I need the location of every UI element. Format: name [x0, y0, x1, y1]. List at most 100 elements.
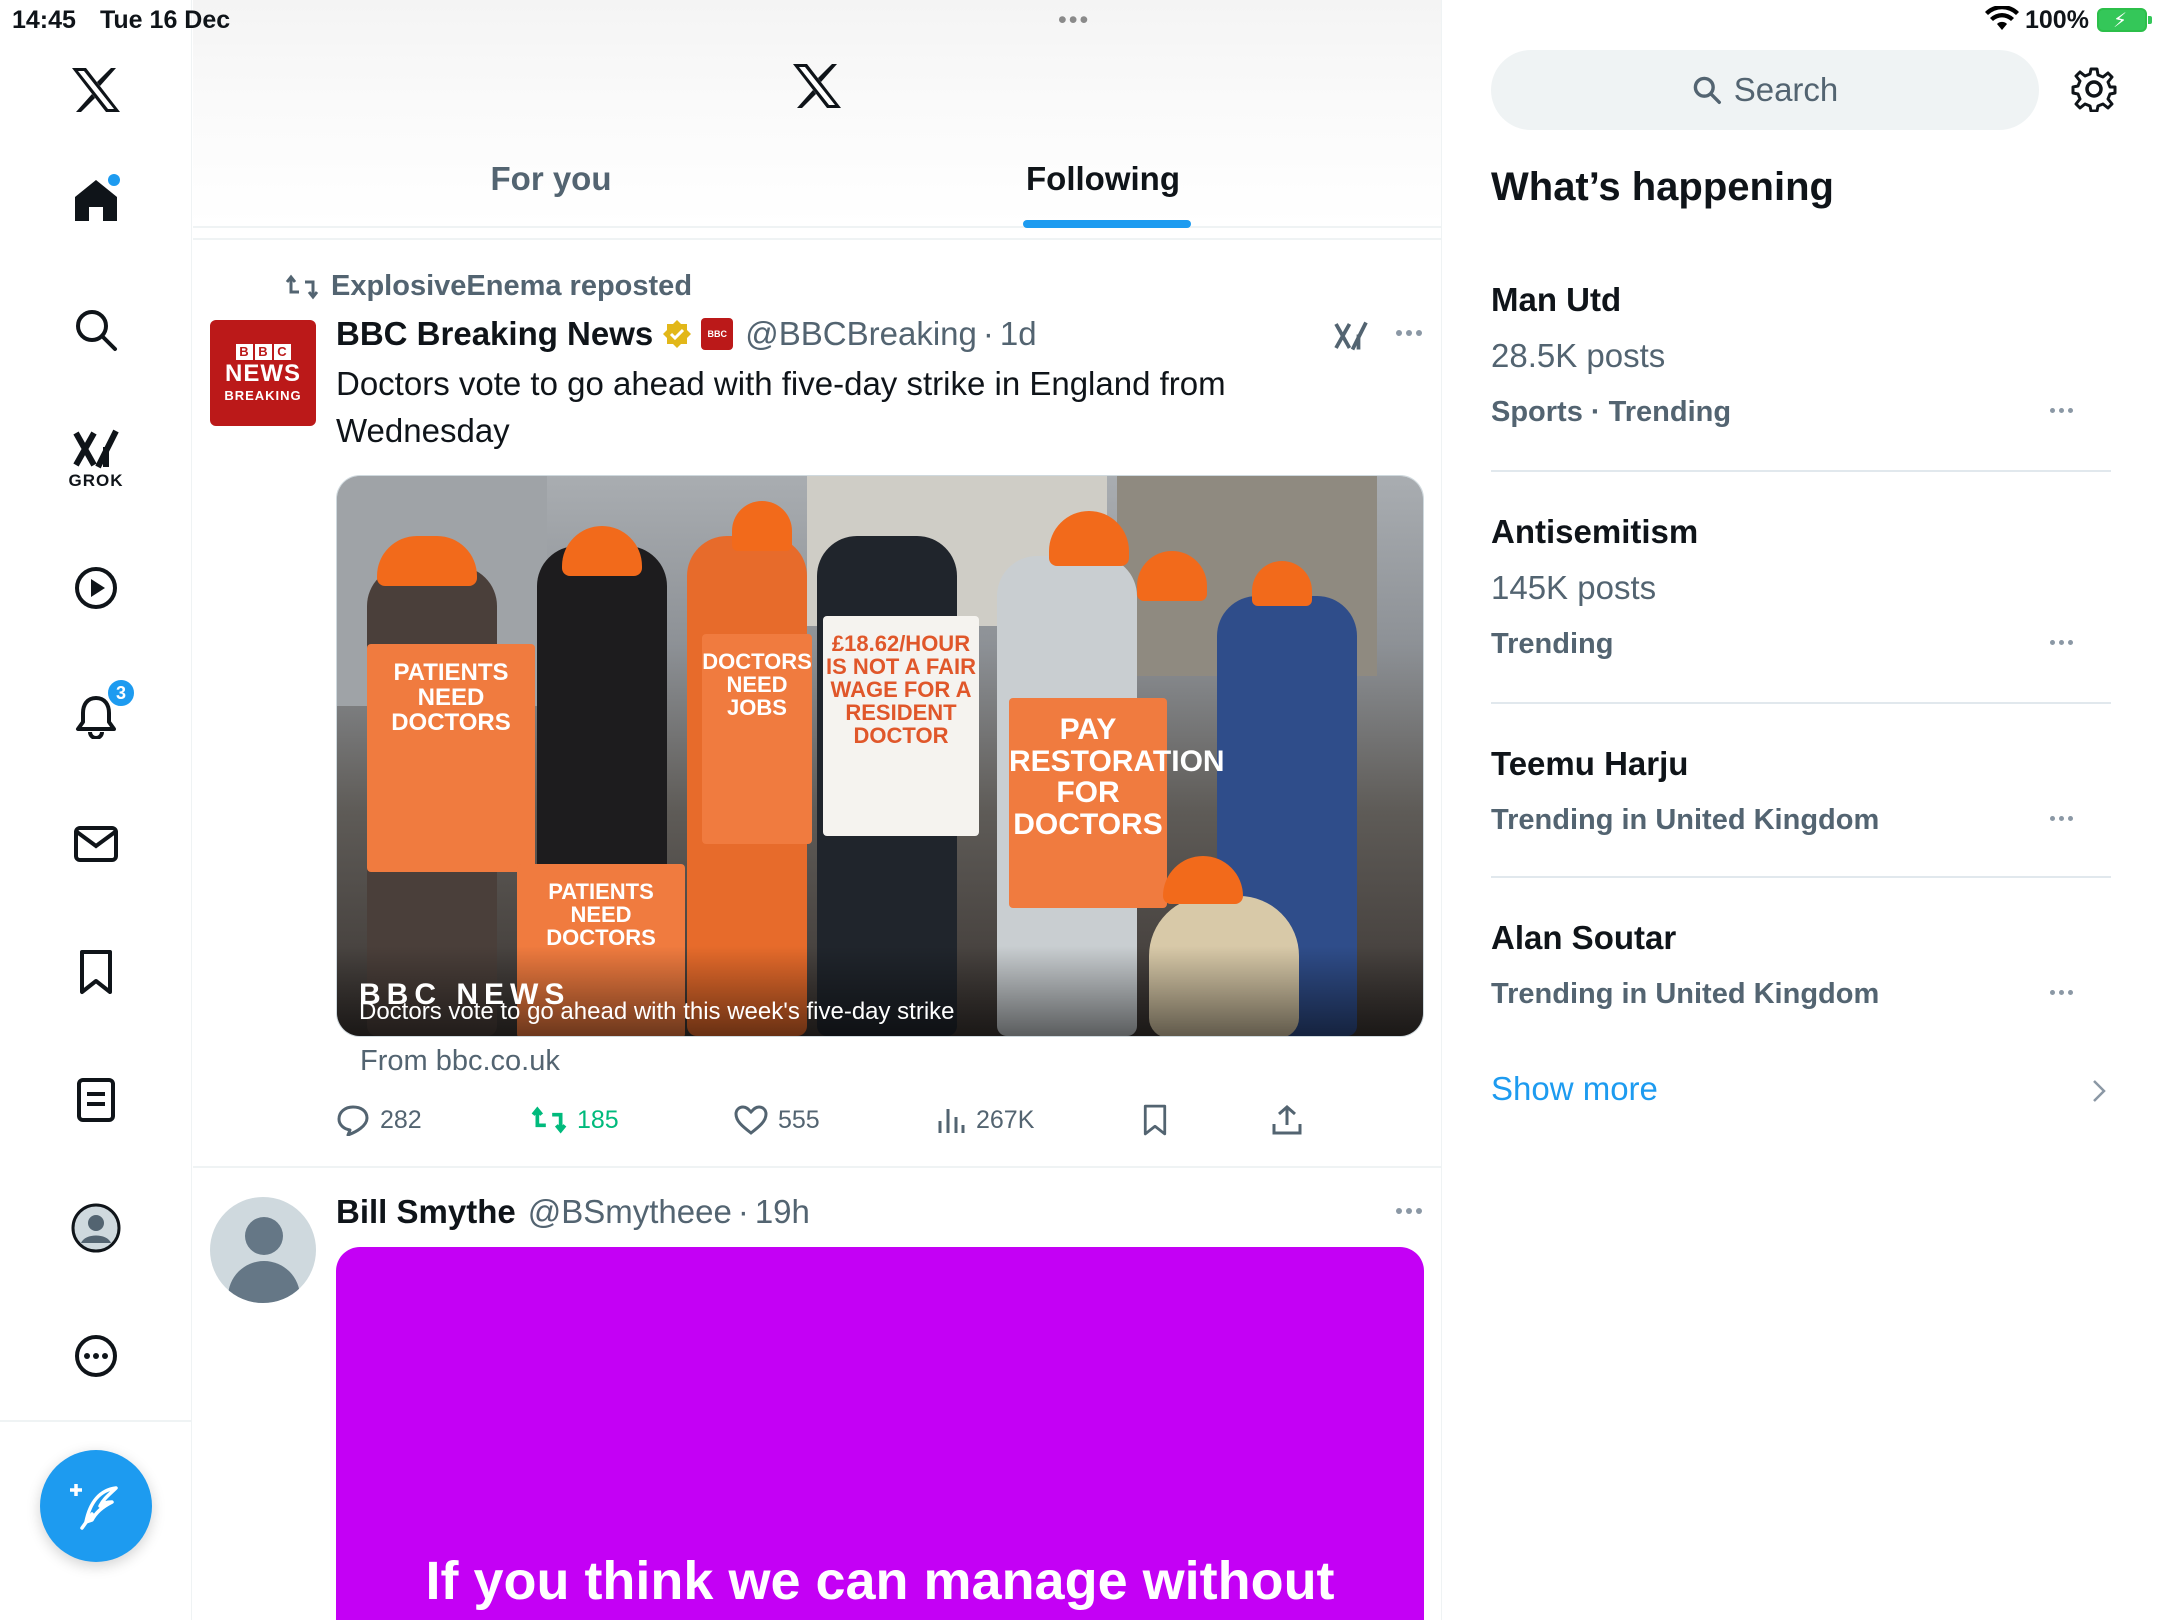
post-time[interactable]: 1d [1000, 315, 1037, 353]
placard: PATIENTS NEED DOCTORS [367, 644, 535, 872]
post-media-image[interactable]: If you think we can manage without Docto… [336, 1247, 1424, 1620]
gear-icon[interactable] [2071, 66, 2117, 112]
like-button[interactable]: 555 [734, 1095, 820, 1145]
repost-icon [285, 274, 319, 299]
trend-category: Trending in United Kingdom [1491, 978, 1880, 1010]
nav-lists[interactable] [48, 1052, 144, 1148]
author-handle: @BSmytheee [527, 1193, 732, 1230]
nav-home[interactable] [48, 152, 144, 248]
affiliate-bbc-icon: BBC [701, 318, 734, 350]
post-media-image[interactable]: PATIENTS NEED DOCTORS DOCTORS NEED JOBS … [336, 475, 1424, 1037]
trend-name: Alan Soutar [1491, 919, 1677, 956]
author-name[interactable]: Bill Smythe [336, 1193, 516, 1231]
reply-count: 282 [380, 1105, 422, 1134]
grok-icon[interactable] [1333, 318, 1369, 354]
envelope-icon [74, 826, 118, 862]
bookmark-icon [1143, 1104, 1167, 1136]
author-handle: @BBCBreaking [745, 315, 977, 352]
reply-button[interactable]: 282 [336, 1095, 422, 1145]
repost-count: 185 [577, 1105, 619, 1134]
trend-item[interactable]: Alan Soutar Trending in United Kingdom [1491, 910, 2111, 1022]
grok-label: GROK [68, 471, 124, 490]
card-text: If you think we can manage without Docto… [425, 1551, 1335, 1620]
nav-profile[interactable] [48, 1180, 144, 1276]
repost-by-text: ExplosiveEnema reposted [331, 270, 693, 302]
nav-more[interactable] [48, 1308, 144, 1404]
divider [1491, 470, 2111, 472]
trend-item[interactable]: Man Utd 28.5K posts Sports · Trending [1491, 272, 2111, 440]
right-sidebar: Search What’s happening Man Utd 28.5K po… [1443, 0, 2160, 1620]
avatar-head-shape [245, 1217, 283, 1255]
nav-bookmarks[interactable] [48, 924, 144, 1020]
compose-button[interactable] [40, 1450, 152, 1562]
chevron-right-icon [2093, 1080, 2106, 1102]
placard: DOCTORS NEED JOBS [702, 634, 812, 844]
avatar[interactable] [210, 1197, 316, 1303]
nav-grok[interactable]: GROK [48, 410, 144, 506]
more-options-icon[interactable] [2041, 982, 2081, 1002]
multitask-dots-icon[interactable]: ••• [1058, 6, 1090, 35]
link-source[interactable]: From bbc.co.uk [360, 1045, 560, 1078]
nav-video[interactable] [48, 540, 144, 636]
share-button[interactable] [1271, 1095, 1303, 1145]
post-text: Doctors vote to go ahead with five-day s… [336, 365, 1226, 449]
post-header: Bill Smythe @BSmytheee · 19h [336, 1190, 810, 1234]
trend-category: Trending [1491, 628, 1614, 660]
search-input[interactable]: Search [1491, 50, 2039, 130]
avatar-breaking-text: BREAKING [224, 387, 302, 403]
placard: £18.62/HOUR IS NOT A FAIR WAGE FOR A RES… [823, 616, 979, 836]
trend-name: Teemu Harju [1491, 745, 1689, 782]
bookmark-button[interactable] [1141, 1095, 1169, 1145]
compose-feather-icon [70, 1484, 118, 1530]
x-logo-icon[interactable] [791, 62, 843, 110]
trend-item[interactable]: Antisemitism 145K posts Trending [1491, 504, 2111, 672]
more-options-icon[interactable] [2041, 808, 2081, 828]
tab-following[interactable]: Following [1013, 160, 1193, 228]
avatar-news-text: NEWS [225, 359, 301, 387]
more-circle-icon [75, 1335, 117, 1377]
avatar-icon [71, 1203, 121, 1253]
nav-notifications[interactable]: 3 [48, 668, 144, 764]
nav-explore[interactable] [48, 282, 144, 378]
more-options-icon[interactable] [1389, 318, 1429, 348]
play-circle-icon [75, 567, 117, 609]
post-time[interactable]: 19h [755, 1193, 810, 1231]
repost-button[interactable]: 185 [531, 1095, 619, 1145]
avatar-body-shape [228, 1261, 300, 1303]
dot-separator: · [737, 1193, 749, 1230]
post[interactable]: Bill Smythe @BSmytheee · 19h If you thin… [193, 1170, 1441, 1620]
main-timeline: For you Following ExplosiveEnema reposte… [193, 0, 1442, 1620]
list-icon [77, 1078, 115, 1122]
more-options-icon[interactable] [2041, 632, 2081, 652]
search-placeholder: Search [1733, 71, 1839, 108]
author-name[interactable]: BBC Breaking News [336, 315, 653, 353]
share-icon [1272, 1105, 1302, 1135]
post[interactable]: ExplosiveEnema reposted BBC NEWS BREAKIN… [193, 240, 1441, 1168]
heart-icon [734, 1105, 768, 1135]
home-unread-dot [108, 174, 120, 186]
more-options-icon[interactable] [2041, 400, 2081, 420]
wifi-icon [1985, 6, 2019, 30]
section-title: What’s happening [1491, 165, 1834, 209]
more-options-icon[interactable] [1389, 1196, 1429, 1226]
grok-icon [73, 429, 119, 469]
show-more-link[interactable]: Show more [1491, 1070, 1658, 1108]
divider [1491, 876, 2111, 878]
views-button[interactable]: 267K [936, 1095, 1034, 1145]
trend-category: Trending in United Kingdom [1491, 804, 1880, 836]
tab-for-you[interactable]: For you [436, 160, 666, 228]
trend-count: 145K posts [1491, 569, 1657, 606]
trend-item[interactable]: Teemu Harju Trending in United Kingdom [1491, 736, 2111, 848]
status-bar: 14:45 Tue 16 Dec ••• 100% ⚡ [0, 0, 2160, 40]
trend-category: Sports · Trending [1491, 396, 1732, 428]
verified-gold-badge-icon [663, 320, 692, 348]
x-logo-icon[interactable] [48, 42, 144, 138]
battery-percent: 100% [2025, 6, 2089, 34]
post-actions: 282 185 555 267K [336, 1095, 1436, 1145]
tab-label: Following [1026, 160, 1180, 197]
bookmark-icon [80, 950, 112, 994]
search-icon [76, 310, 117, 351]
nav-messages[interactable] [48, 796, 144, 892]
bbc-blocks: BBC [235, 343, 291, 360]
avatar[interactable]: BBC NEWS BREAKING [210, 320, 316, 426]
